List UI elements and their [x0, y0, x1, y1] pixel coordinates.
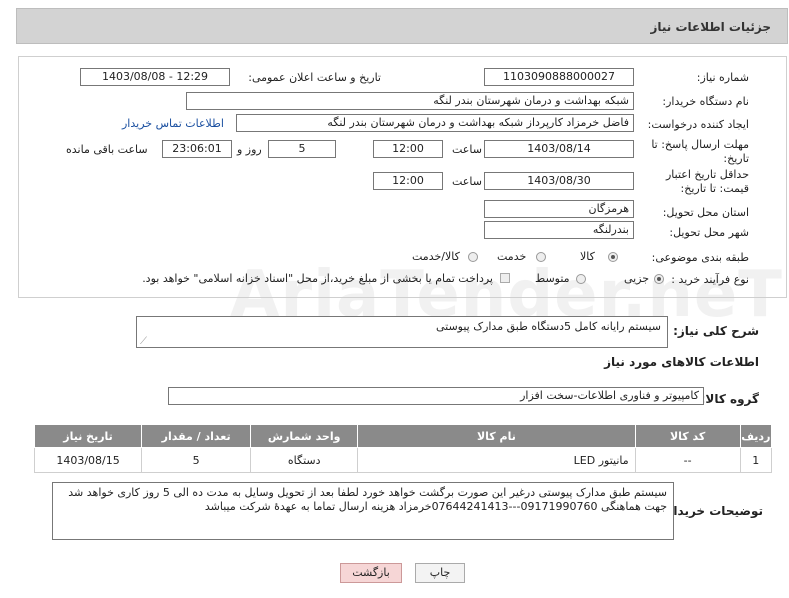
validity-time-label: ساعت	[452, 175, 482, 188]
announce-label: تاریخ و ساعت اعلان عمومی:	[248, 71, 381, 84]
buyer-org-label: نام دستگاه خریدار:	[662, 95, 749, 108]
remaining-time-field: 23:06:01	[162, 140, 232, 158]
province-label: استان محل تحویل:	[662, 206, 749, 219]
row-date: 1403/08/15	[33, 447, 143, 473]
table-row: 1 -- مانیتور LED دستگاه 5 1403/08/15	[33, 447, 773, 473]
buyer-contact-link[interactable]: اطلاعات تماس خریدار	[122, 117, 224, 130]
col-name: نام کالا	[357, 424, 636, 448]
summary-label: شرح کلی نیاز:	[673, 324, 759, 338]
need-number-field: 1103090888000027	[484, 68, 634, 86]
days-remaining-field: 5	[268, 140, 336, 158]
buyer-org-field: شبکه بهداشت و درمان شهرستان بندر لنگه	[186, 92, 634, 110]
category-goods-label: کالا	[580, 250, 595, 263]
category-service-radio[interactable]	[536, 252, 546, 262]
process-minor-label: جزیی	[624, 272, 650, 285]
resize-handle-icon[interactable]: ⟋	[140, 336, 147, 347]
category-label: طبقه بندی موضوعی:	[651, 251, 749, 264]
deadline-label: مهلت ارسال پاسخ: تا تاریخ:	[651, 138, 749, 165]
process-label: نوع فرآیند خرید :	[671, 273, 749, 286]
row-qty: 5	[141, 447, 252, 473]
process-medium-radio[interactable]	[576, 274, 586, 284]
treasury-payment-checkbox[interactable]	[500, 273, 510, 283]
payment-note: پرداخت تمام یا بخشی از مبلغ خرید،از محل …	[142, 272, 493, 285]
row-unit: دستگاه	[250, 447, 359, 473]
deadline-date-field: 1403/08/14	[484, 140, 634, 158]
deadline-time-field: 12:00	[373, 140, 443, 158]
category-service-label: خدمت	[497, 250, 527, 263]
goods-section-title: اطلاعات کالاهای مورد نیاز	[604, 355, 759, 369]
goods-group-label: گروه کالا:	[700, 392, 759, 406]
city-label: شهر محل تحویل:	[669, 226, 749, 239]
deadline-time-label: ساعت	[452, 143, 482, 156]
items-table: ردیف کد کالا نام کالا واحد شمارش تعداد /…	[33, 424, 773, 473]
remaining-label: ساعت باقی مانده	[66, 143, 148, 156]
category-goods-radio[interactable]	[608, 252, 618, 262]
page-header: جزئیات اطلاعات نیاز	[16, 8, 788, 44]
summary-field: سیستم رایانه کامل 5دستگاه طبق مدارک پیوس…	[136, 316, 668, 348]
days-label: روز و	[237, 143, 262, 156]
col-row: ردیف	[739, 424, 773, 448]
col-unit: واحد شمارش	[250, 424, 359, 448]
goods-group-field: کامپیوتر و فناوری اطلاعات-سخت افزار	[168, 387, 704, 405]
province-field: هرمزگان	[484, 200, 634, 218]
back-button[interactable]: بازگشت	[340, 563, 402, 583]
validity-date-field: 1403/08/30	[484, 172, 634, 190]
items-table-header: ردیف کد کالا نام کالا واحد شمارش تعداد /…	[33, 424, 773, 448]
process-minor-radio[interactable]	[654, 274, 664, 284]
print-button[interactable]: چاپ	[415, 563, 465, 583]
city-field: بندرلنگه	[484, 221, 634, 239]
need-number-label: شماره نیاز:	[696, 71, 749, 84]
process-medium-label: متوسط	[535, 272, 570, 285]
requester-field: فاضل خرمزاد کارپرداز شبکه بهداشت و درمان…	[236, 114, 634, 132]
buyer-notes-field: سیستم طبق مدارک پیوستی درغیر این صورت بر…	[52, 482, 674, 540]
validity-time-field: 12:00	[373, 172, 443, 190]
category-both-radio[interactable]	[468, 252, 478, 262]
page-title: جزئیات اطلاعات نیاز	[650, 20, 771, 34]
col-date: تاریخ نیاز	[33, 424, 143, 448]
announce-field: 1403/08/08 - 12:29	[80, 68, 230, 86]
buyer-notes-label: توضیحات خریدار:	[661, 504, 763, 518]
row-name: مانیتور LED	[357, 447, 636, 473]
requester-label: ایجاد کننده درخواست:	[647, 118, 749, 131]
row-index: 1	[739, 447, 773, 473]
col-code: کد کالا	[634, 424, 741, 448]
min-validity-label: حداقل تاریخ اعتبار قیمت: تا تاریخ:	[665, 168, 749, 195]
col-qty: تعداد / مقدار	[141, 424, 252, 448]
row-code: --	[634, 447, 741, 473]
category-both-label: کالا/خدمت	[412, 250, 460, 263]
